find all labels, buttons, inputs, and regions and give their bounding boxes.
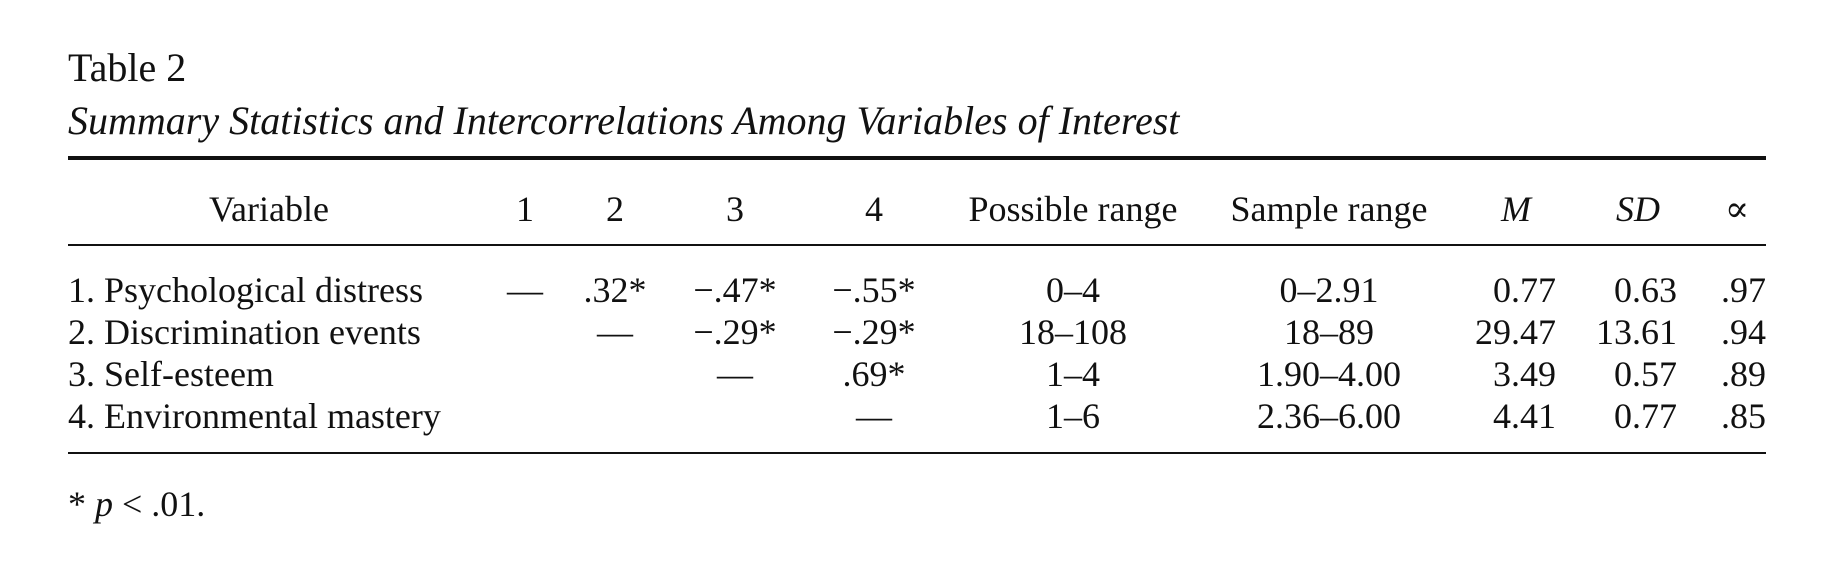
row-cell-corr-2: —	[597, 312, 633, 352]
row-variable: 1. Psychological distress	[68, 270, 423, 310]
row-cell-mean: 0.77	[1493, 270, 1556, 310]
row-cell-possible-range: 0–4	[1046, 270, 1100, 310]
row-cell-corr-3: —	[717, 354, 753, 394]
row-variable: 2. Discrimination events	[68, 312, 421, 352]
header-col-2: 2	[606, 189, 624, 229]
row-cell-corr-4: −.55*	[832, 270, 916, 310]
row-cell-possible-range: 18–108	[1019, 312, 1127, 352]
row-cell-alpha: .97	[1721, 270, 1766, 310]
row-cell-sample-range: 18–89	[1284, 312, 1374, 352]
row-cell-corr-4: .69*	[842, 354, 906, 394]
table-label: Table 2	[68, 45, 187, 90]
row-cell-corr-3: −.29*	[693, 312, 777, 352]
header-possible-range: Possible range	[968, 189, 1178, 229]
top-rule	[68, 156, 1766, 160]
row-cell-alpha: .85	[1721, 396, 1766, 436]
row-cell-mean: 3.49	[1493, 354, 1556, 394]
row-cell-corr-3: −.47*	[693, 270, 777, 310]
note-star: *	[68, 484, 95, 524]
row-cell-possible-range: 1–4	[1046, 354, 1100, 394]
row-cell-sd: 0.57	[1614, 354, 1677, 394]
header-mean: M	[1501, 189, 1531, 229]
row-cell-sd: 0.63	[1614, 270, 1677, 310]
row-cell-mean: 4.41	[1493, 396, 1556, 436]
row-cell-corr-2: .32*	[583, 270, 647, 310]
note-p-symbol: p	[95, 484, 113, 524]
row-cell-alpha: .94	[1721, 312, 1766, 352]
row-variable: 4. Environmental mastery	[68, 396, 441, 436]
row-cell-corr-1: —	[507, 270, 543, 310]
table-note: * p < .01.	[68, 482, 205, 526]
header-sample-range: Sample range	[1230, 189, 1428, 229]
row-cell-alpha: .89	[1721, 354, 1766, 394]
header-rule	[68, 244, 1766, 246]
row-cell-sample-range: 0–2.91	[1279, 270, 1379, 310]
header-col-1: 1	[516, 189, 534, 229]
header-col-3: 3	[726, 189, 744, 229]
header-alpha: ∝	[1724, 189, 1750, 229]
header-variable: Variable	[209, 189, 329, 229]
row-cell-sample-range: 1.90–4.00	[1257, 354, 1401, 394]
row-variable: 3. Self-esteem	[68, 354, 274, 394]
table-title: Summary Statistics and Intercorrelations…	[68, 98, 1180, 143]
row-cell-corr-4: —	[856, 396, 892, 436]
header-col-4: 4	[865, 189, 883, 229]
row-cell-sample-range: 2.36–6.00	[1257, 396, 1401, 436]
row-cell-sd: 0.77	[1614, 396, 1677, 436]
row-cell-sd: 13.61	[1596, 312, 1677, 352]
row-cell-mean: 29.47	[1475, 312, 1556, 352]
note-threshold: < .01.	[113, 484, 206, 524]
row-cell-corr-4: −.29*	[832, 312, 916, 352]
header-sd: SD	[1616, 189, 1660, 229]
bottom-rule	[68, 452, 1766, 454]
row-cell-possible-range: 1–6	[1046, 396, 1100, 436]
